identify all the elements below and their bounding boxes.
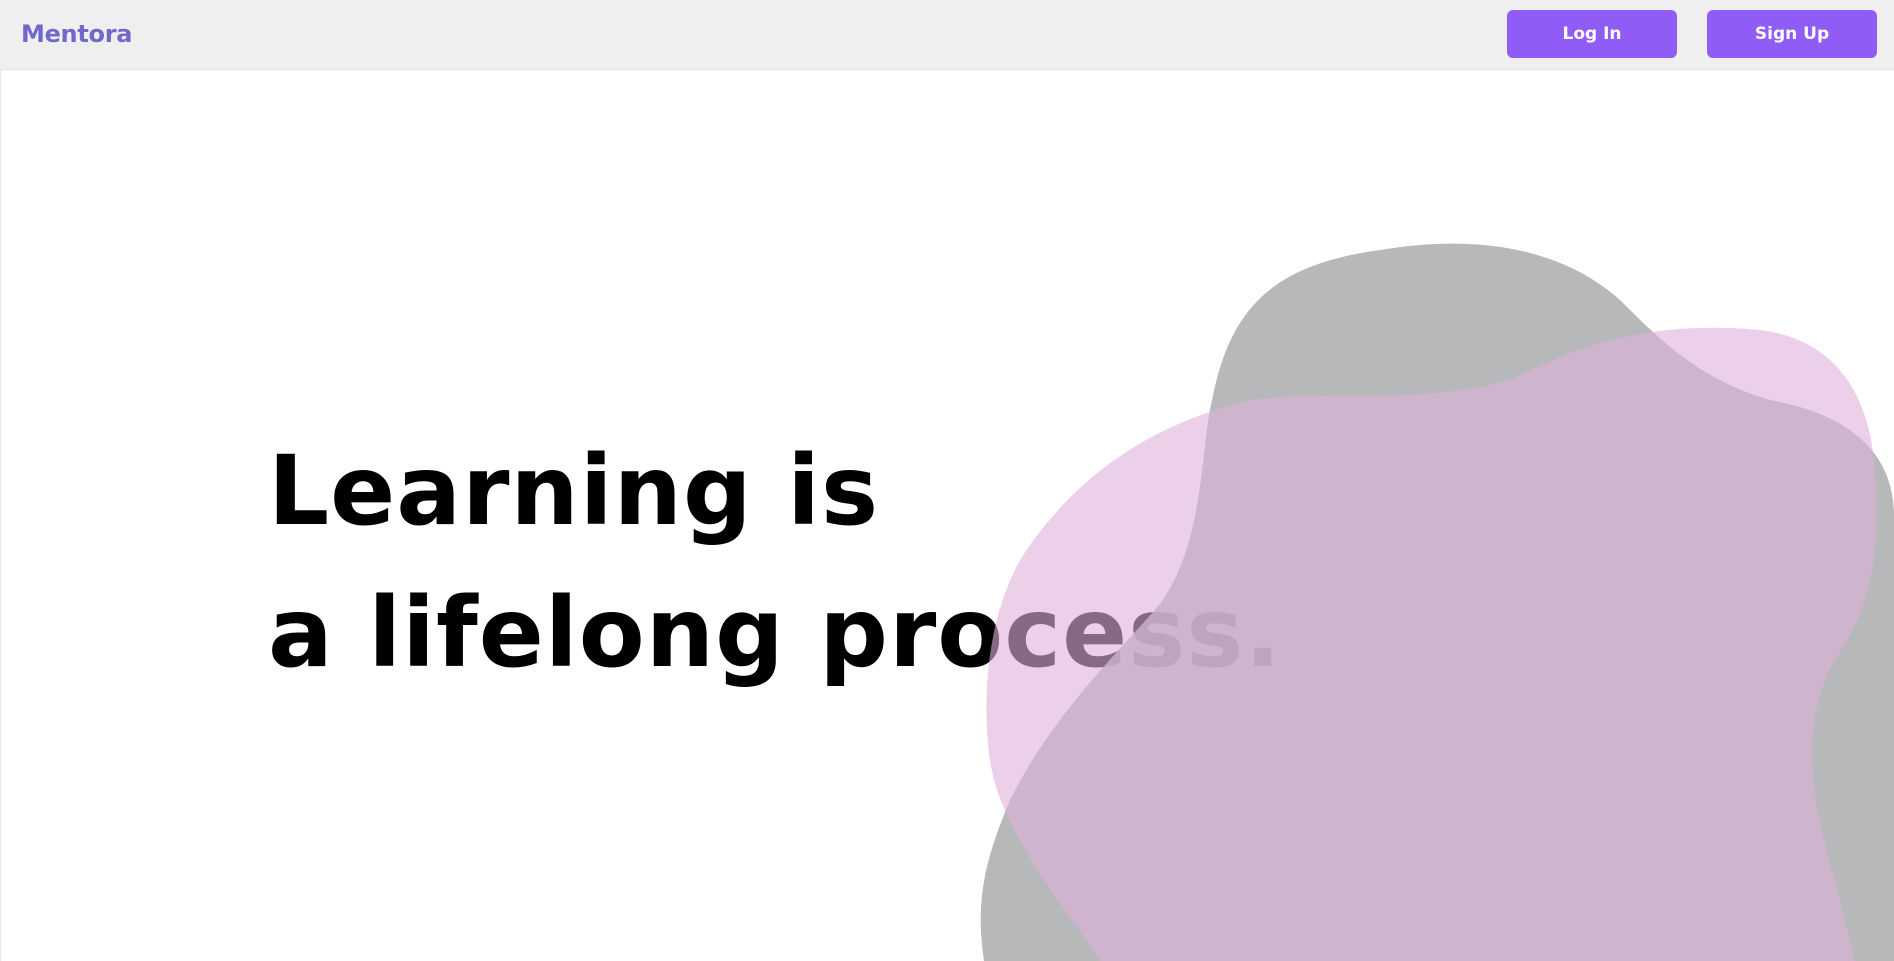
hero-heading: Learning is a lifelong process. [268, 420, 1282, 704]
hero-heading-line-1: Learning is [268, 435, 880, 547]
page-border [0, 70, 1, 961]
login-button[interactable]: Log In [1507, 10, 1677, 58]
brand-logo[interactable]: Mentora [21, 18, 132, 50]
signup-button[interactable]: Sign Up [1707, 10, 1877, 58]
top-navbar: Mentora Log In Sign Up [0, 0, 1894, 70]
hero-heading-line-2: a lifelong process. [268, 577, 1283, 689]
landing-page: Mentora Log In Sign Up Learning is a lif… [0, 0, 1894, 961]
